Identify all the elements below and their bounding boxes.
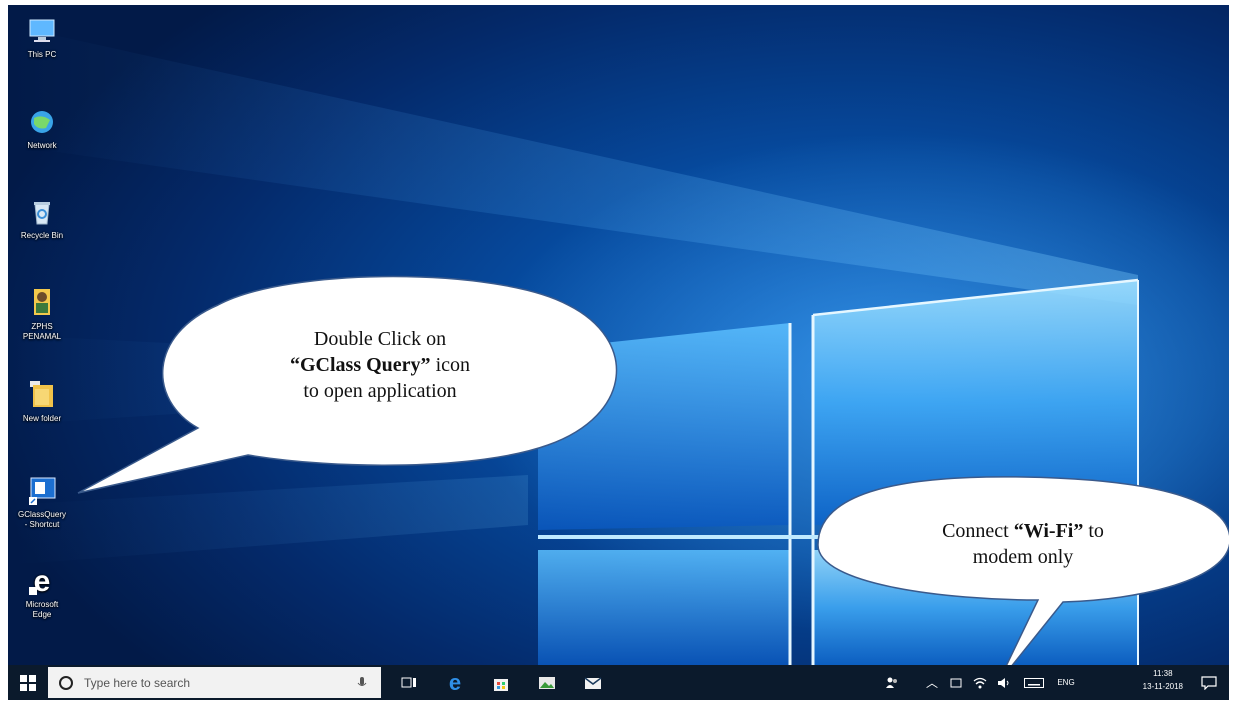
keyboard-icon — [1024, 677, 1044, 688]
keyboard-button[interactable] — [1020, 665, 1048, 700]
taskbar: Type here to search e ︿ ENG 11:38 13-11-… — [8, 665, 1229, 700]
wifi-callout-line2: modem only — [972, 546, 1074, 568]
wifi-callout-text: Connect “Wi-Fi” to modem only — [863, 518, 1183, 570]
people-icon — [886, 677, 897, 688]
taskbar-search-box[interactable]: Type here to search — [48, 667, 381, 698]
taskbar-mail-button[interactable] — [575, 665, 611, 700]
language-indicator[interactable]: ENG — [1052, 665, 1080, 700]
desktop-screen: This PC Network Recycle Bin ZPHS PENAMAL — [8, 5, 1229, 700]
wifi-icon — [973, 677, 987, 688]
show-hidden-icons-button[interactable]: ︿ — [922, 665, 942, 700]
clock-time: 11:38 — [1153, 669, 1173, 678]
store-icon — [494, 678, 508, 691]
taskbar-photos-button[interactable] — [529, 665, 565, 700]
people-button[interactable] — [880, 665, 904, 700]
photos-icon — [539, 676, 555, 689]
search-placeholder: Type here to search — [84, 675, 191, 690]
cortana-circle-icon — [59, 675, 73, 690]
windows-start-icon — [20, 674, 36, 691]
action-center-button[interactable] — [1195, 665, 1223, 700]
wifi-callout-bubble — [817, 476, 1229, 684]
edge-taskbar-icon: e — [448, 669, 462, 695]
taskbar-store-button[interactable] — [483, 665, 519, 700]
speaker-icon — [998, 677, 1009, 688]
tray-device-button[interactable] — [946, 665, 966, 700]
taskbar-clock[interactable]: 11:38 13-11-2018 — [1143, 667, 1183, 693]
taskbar-edge-button[interactable]: e — [437, 665, 473, 700]
notification-icon — [1201, 675, 1217, 690]
wifi-callout-after: to — [1083, 520, 1104, 542]
clock-date: 13-11-2018 — [1142, 682, 1183, 691]
microphone-icon[interactable] — [357, 676, 367, 690]
task-view-button[interactable] — [391, 665, 427, 700]
device-icon — [950, 678, 962, 687]
task-view-icon — [401, 677, 416, 687]
wifi-tray-button[interactable] — [970, 665, 990, 700]
wifi-callout-bold: “Wi-Fi” — [1013, 520, 1084, 542]
language-label: ENG — [1057, 678, 1075, 687]
volume-button[interactable] — [994, 665, 1014, 700]
chevron-up-icon: ︿ — [925, 676, 938, 690]
wifi-callout-before: Connect — [942, 520, 1014, 542]
start-button[interactable] — [8, 665, 48, 700]
wifi-callout-line1: Connect “Wi-Fi” to — [863, 518, 1183, 544]
mail-icon — [584, 676, 602, 689]
